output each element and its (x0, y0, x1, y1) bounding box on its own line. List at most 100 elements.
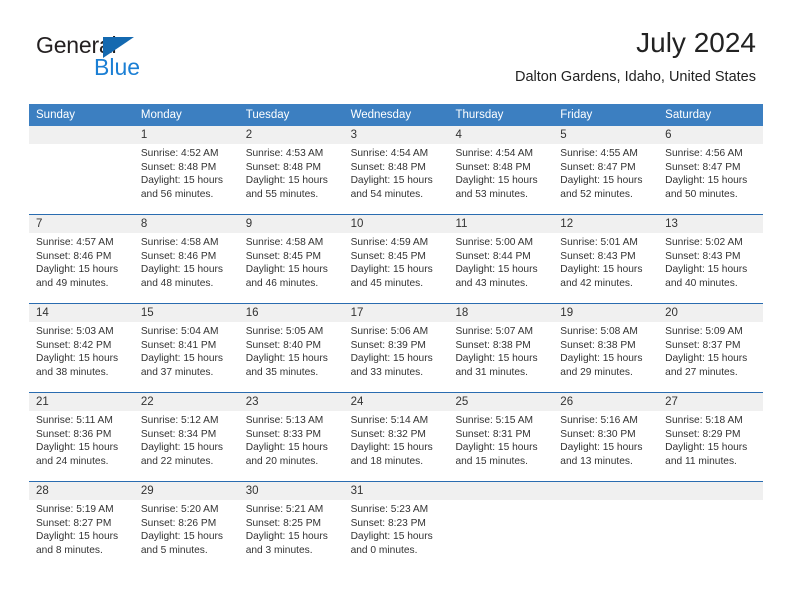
day-sunrise-text: Sunrise: 5:09 AM (665, 326, 743, 337)
day-cell[interactable]: Sunrise: 5:03 AM Sunset: 8:42 PM Daylight:… (29, 322, 134, 392)
day-number[interactable]: 30 (239, 482, 344, 500)
day-cell[interactable]: Sunrise: 5:06 AM Sunset: 8:39 PM Daylight:… (344, 322, 449, 392)
day-number[interactable]: 29 (134, 482, 239, 500)
day-sunset-text: Sunset: 8:43 PM (560, 250, 636, 262)
day-number[interactable]: 18 (448, 304, 553, 322)
day-sunrise-text: Sunrise: 5:21 AM (245, 504, 324, 515)
day-number[interactable]: 4 (448, 126, 553, 144)
day-daylight-line-text: and 49 minutes. (36, 277, 109, 289)
day-cell[interactable]: Sunrise: 5:05 AM Sunset: 8:40 PM Daylight:… (239, 322, 344, 392)
day-number[interactable]: 22 (134, 393, 239, 411)
day-cell[interactable]: Sunrise: 4:56 AM Sunset: 8:47 PM Daylight:… (658, 144, 763, 214)
day-number[interactable]: 17 (344, 304, 449, 322)
day-daylight-line-text: and 15 minutes. (455, 455, 528, 467)
day-cell[interactable]: Sunrise: 4:54 AM Sunset: 8:48 PM Daylight:… (344, 144, 449, 214)
day-sunset-text: Sunset: 8:25 PM (245, 517, 322, 529)
day-daylight-line-text: Daylight: 15 hours (560, 264, 643, 276)
day-number[interactable]: 11 (448, 215, 553, 233)
day-cell[interactable]: Sunrise: 5:00 AM Sunset: 8:44 PM Daylight:… (448, 233, 553, 303)
weekday-header-thursday: Thursday (455, 109, 504, 121)
page-header: General Blue July 2024 Dalton Gardens, I… (0, 26, 792, 92)
day-cell[interactable]: Sunrise: 5:02 AM Sunset: 8:43 PM Daylight:… (658, 233, 763, 303)
day-number[interactable]: 10 (344, 215, 449, 233)
day-cell[interactable]: Sunrise: 5:21 AM Sunset: 8:25 PM Daylight:… (239, 500, 344, 570)
day-cell[interactable]: Sunrise: 5:20 AM Sunset: 8:26 PM Daylight:… (134, 500, 239, 570)
day-number[interactable]: 7 (29, 215, 134, 233)
day-daylight-line-text: Daylight: 15 hours (455, 175, 538, 187)
day-daylight-line-text: and 37 minutes. (140, 366, 214, 378)
day-cell[interactable]: Sunrise: 5:12 AM Sunset: 8:34 PM Daylight:… (134, 411, 239, 481)
day-number-band: 14 15 16 17 18 19 20 (29, 304, 763, 322)
day-daylight-line-text: and 33 minutes. (350, 366, 424, 378)
day-sunrise-text: Sunrise: 5:12 AM (140, 415, 219, 426)
day-number[interactable]: 23 (239, 393, 344, 411)
day-sunrise-text: Sunrise: 4:58 AM (245, 237, 324, 248)
day-cell[interactable]: Sunrise: 5:08 AM Sunset: 8:38 PM Daylight:… (553, 322, 658, 392)
day-daylight-line-text: Daylight: 15 hours (560, 353, 643, 365)
day-number[interactable]: 27 (658, 393, 763, 411)
day-number[interactable]: 13 (658, 215, 763, 233)
day-sunset-text: Sunset: 8:40 PM (245, 339, 322, 351)
day-number[interactable]: 15 (134, 304, 239, 322)
day-number[interactable]: 1 (134, 126, 239, 144)
day-daylight-line-text: Daylight: 15 hours (455, 353, 538, 365)
day-cell[interactable]: Sunrise: 5:18 AM Sunset: 8:29 PM Daylight:… (658, 411, 763, 481)
day-cell[interactable]: Sunrise: 5:13 AM Sunset: 8:33 PM Daylight:… (239, 411, 344, 481)
day-cell[interactable]: Sunrise: 4:53 AM Sunset: 8:48 PM Daylight:… (239, 144, 344, 214)
day-sunset-text: Sunset: 8:34 PM (140, 428, 217, 440)
day-number-empty (29, 126, 134, 144)
day-cell[interactable]: Sunrise: 4:52 AM Sunset: 8:48 PM Daylight:… (134, 144, 239, 214)
day-number[interactable]: 8 (134, 215, 239, 233)
day-number[interactable]: 16 (239, 304, 344, 322)
day-number[interactable]: 24 (344, 393, 449, 411)
day-number[interactable]: 21 (29, 393, 134, 411)
day-sunrise-text: Sunrise: 4:56 AM (665, 148, 743, 159)
day-cell[interactable]: Sunrise: 4:59 AM Sunset: 8:45 PM Daylight:… (344, 233, 449, 303)
day-daylight-line-text: Daylight: 15 hours (455, 264, 538, 276)
day-sunrise-text: Sunrise: 5:11 AM (36, 415, 113, 426)
day-number[interactable]: 28 (29, 482, 134, 500)
day-cell[interactable]: Sunrise: 4:58 AM Sunset: 8:45 PM Daylight:… (239, 233, 344, 303)
calendar-page: General Blue July 2024 Dalton Gardens, I… (0, 0, 792, 612)
day-cell[interactable]: Sunrise: 5:11 AM Sunset: 8:36 PM Daylight:… (29, 411, 134, 481)
title-block: July 2024 Dalton Gardens, Idaho, United … (515, 26, 756, 88)
day-cell[interactable]: Sunrise: 4:58 AM Sunset: 8:46 PM Daylight:… (134, 233, 239, 303)
day-number[interactable]: 26 (553, 393, 658, 411)
day-number[interactable]: 20 (658, 304, 763, 322)
day-sunset-text: Sunset: 8:30 PM (560, 428, 636, 440)
brand-logo[interactable]: General Blue (36, 32, 206, 88)
day-sunrise-text: Sunrise: 4:59 AM (350, 237, 429, 248)
day-cell[interactable]: Sunrise: 5:19 AM Sunset: 8:27 PM Daylight:… (29, 500, 134, 570)
day-cell[interactable]: Sunrise: 4:57 AM Sunset: 8:46 PM Daylight:… (29, 233, 134, 303)
day-number[interactable]: 2 (239, 126, 344, 144)
day-number[interactable]: 3 (344, 126, 449, 144)
day-daylight-line-text: Daylight: 15 hours (140, 264, 223, 276)
day-number[interactable]: 31 (344, 482, 449, 500)
day-cell[interactable]: Sunrise: 4:55 AM Sunset: 8:47 PM Daylight:… (553, 144, 658, 214)
day-number[interactable]: 14 (29, 304, 134, 322)
day-daylight-line-text: and 42 minutes. (560, 277, 633, 289)
day-cell[interactable]: Sunrise: 5:16 AM Sunset: 8:30 PM Daylight:… (553, 411, 658, 481)
day-number[interactable]: 25 (448, 393, 553, 411)
day-cell[interactable]: Sunrise: 5:15 AM Sunset: 8:31 PM Daylight:… (448, 411, 553, 481)
day-cell[interactable]: Sunrise: 5:01 AM Sunset: 8:43 PM Daylight:… (553, 233, 658, 303)
day-sunset-text: Sunset: 8:33 PM (245, 428, 322, 440)
day-cell[interactable]: Sunrise: 5:23 AM Sunset: 8:23 PM Daylight:… (344, 500, 449, 570)
day-number[interactable]: 5 (553, 126, 658, 144)
day-cell[interactable]: Sunrise: 5:09 AM Sunset: 8:37 PM Daylight:… (658, 322, 763, 392)
day-cell[interactable]: Sunrise: 5:14 AM Sunset: 8:32 PM Daylight:… (344, 411, 449, 481)
day-number[interactable]: 9 (239, 215, 344, 233)
day-number[interactable]: 19 (553, 304, 658, 322)
day-number[interactable]: 6 (658, 126, 763, 144)
day-sunset-text: Sunset: 8:23 PM (350, 517, 426, 529)
weekday-header-monday: Monday (140, 109, 182, 121)
day-daylight-line-text: and 56 minutes. (140, 188, 214, 200)
day-sunrise-text: Sunrise: 4:58 AM (140, 237, 219, 248)
day-number-empty (553, 482, 658, 500)
day-sunset-text: Sunset: 8:37 PM (665, 339, 741, 351)
day-cell[interactable]: Sunrise: 4:54 AM Sunset: 8:48 PM Daylight:… (448, 144, 553, 214)
day-number[interactable]: 12 (553, 215, 658, 233)
day-daylight-line-text: and 27 minutes. (665, 366, 738, 378)
day-cell[interactable]: Sunrise: 5:07 AM Sunset: 8:38 PM Daylight:… (448, 322, 553, 392)
day-cell[interactable]: Sunrise: 5:04 AM Sunset: 8:41 PM Daylight:… (134, 322, 239, 392)
